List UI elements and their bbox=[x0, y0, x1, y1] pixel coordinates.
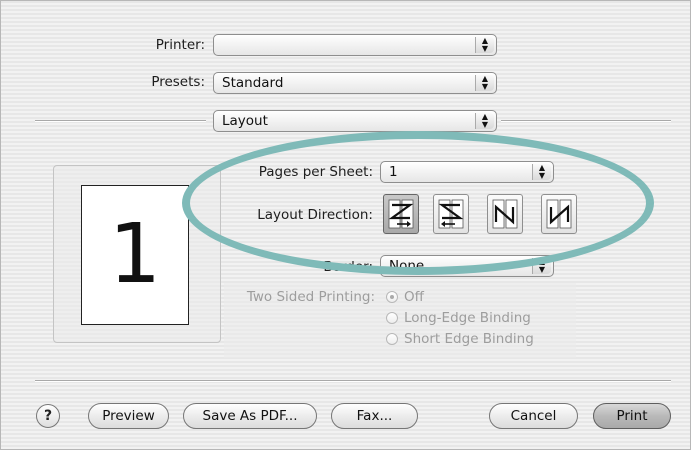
border-popup[interactable]: None ▲ ▼ bbox=[380, 255, 554, 277]
panel-popup[interactable]: Layout ▲ ▼ bbox=[213, 110, 497, 132]
save-as-pdf-button[interactable]: Save As PDF... bbox=[183, 403, 317, 429]
presets-label: Presets: bbox=[151, 74, 205, 90]
radio-long-edge[interactable] bbox=[386, 312, 398, 324]
panel-value: Layout bbox=[222, 113, 268, 129]
border-value: None bbox=[389, 258, 425, 274]
popup-arrows-icon: ▲ ▼ bbox=[475, 113, 494, 129]
direction-n-down-left-button[interactable] bbox=[541, 194, 577, 234]
pages-per-sheet-popup[interactable]: 1 ▲ ▼ bbox=[380, 161, 554, 183]
radio-short-edge-label: Short Edge Binding bbox=[404, 331, 534, 347]
printer-label: Printer: bbox=[155, 37, 205, 53]
page-preview: 1 bbox=[53, 165, 221, 343]
n-down-left-icon bbox=[546, 199, 572, 229]
radio-off[interactable] bbox=[386, 291, 398, 303]
cancel-button[interactable]: Cancel bbox=[489, 403, 578, 429]
z-left-down-icon bbox=[438, 199, 464, 229]
two-sided-label: Two Sided Printing: bbox=[246, 289, 375, 305]
radio-short-edge[interactable] bbox=[386, 333, 398, 345]
printer-popup[interactable]: ▲ ▼ bbox=[213, 34, 497, 56]
direction-n-down-right-button[interactable] bbox=[487, 194, 523, 234]
print-dialog: Printer: ▲ ▼ Presets: Standard ▲ ▼ Layout … bbox=[0, 0, 691, 450]
radio-long-edge-label: Long-Edge Binding bbox=[404, 310, 531, 326]
popup-arrows-icon: ▲ ▼ bbox=[532, 164, 551, 180]
z-right-down-icon bbox=[388, 199, 414, 229]
preview-sheet: 1 bbox=[81, 185, 189, 325]
separator-left bbox=[35, 120, 206, 121]
fax-button[interactable]: Fax... bbox=[331, 403, 418, 429]
direction-z-left-down-button[interactable] bbox=[433, 194, 469, 234]
help-button[interactable]: ? bbox=[36, 404, 60, 428]
radio-off-label: Off bbox=[404, 289, 424, 305]
presets-popup[interactable]: Standard ▲ ▼ bbox=[213, 72, 497, 94]
n-down-right-icon bbox=[492, 199, 518, 229]
layout-direction-label: Layout Direction: bbox=[257, 207, 373, 223]
pages-per-sheet-value: 1 bbox=[389, 164, 398, 180]
popup-arrows-icon: ▲ ▼ bbox=[532, 258, 551, 274]
separator-right bbox=[501, 120, 671, 121]
print-button[interactable]: Print bbox=[593, 403, 671, 429]
pages-per-sheet-label: Pages per Sheet: bbox=[258, 164, 373, 180]
bottom-separator bbox=[35, 380, 671, 381]
presets-value: Standard bbox=[222, 75, 284, 91]
direction-z-right-down-button[interactable] bbox=[383, 194, 419, 234]
preview-button[interactable]: Preview bbox=[88, 403, 169, 429]
border-label: Border: bbox=[323, 259, 373, 275]
popup-arrows-icon: ▲ ▼ bbox=[475, 75, 494, 91]
popup-arrows-icon: ▲ ▼ bbox=[475, 37, 494, 53]
